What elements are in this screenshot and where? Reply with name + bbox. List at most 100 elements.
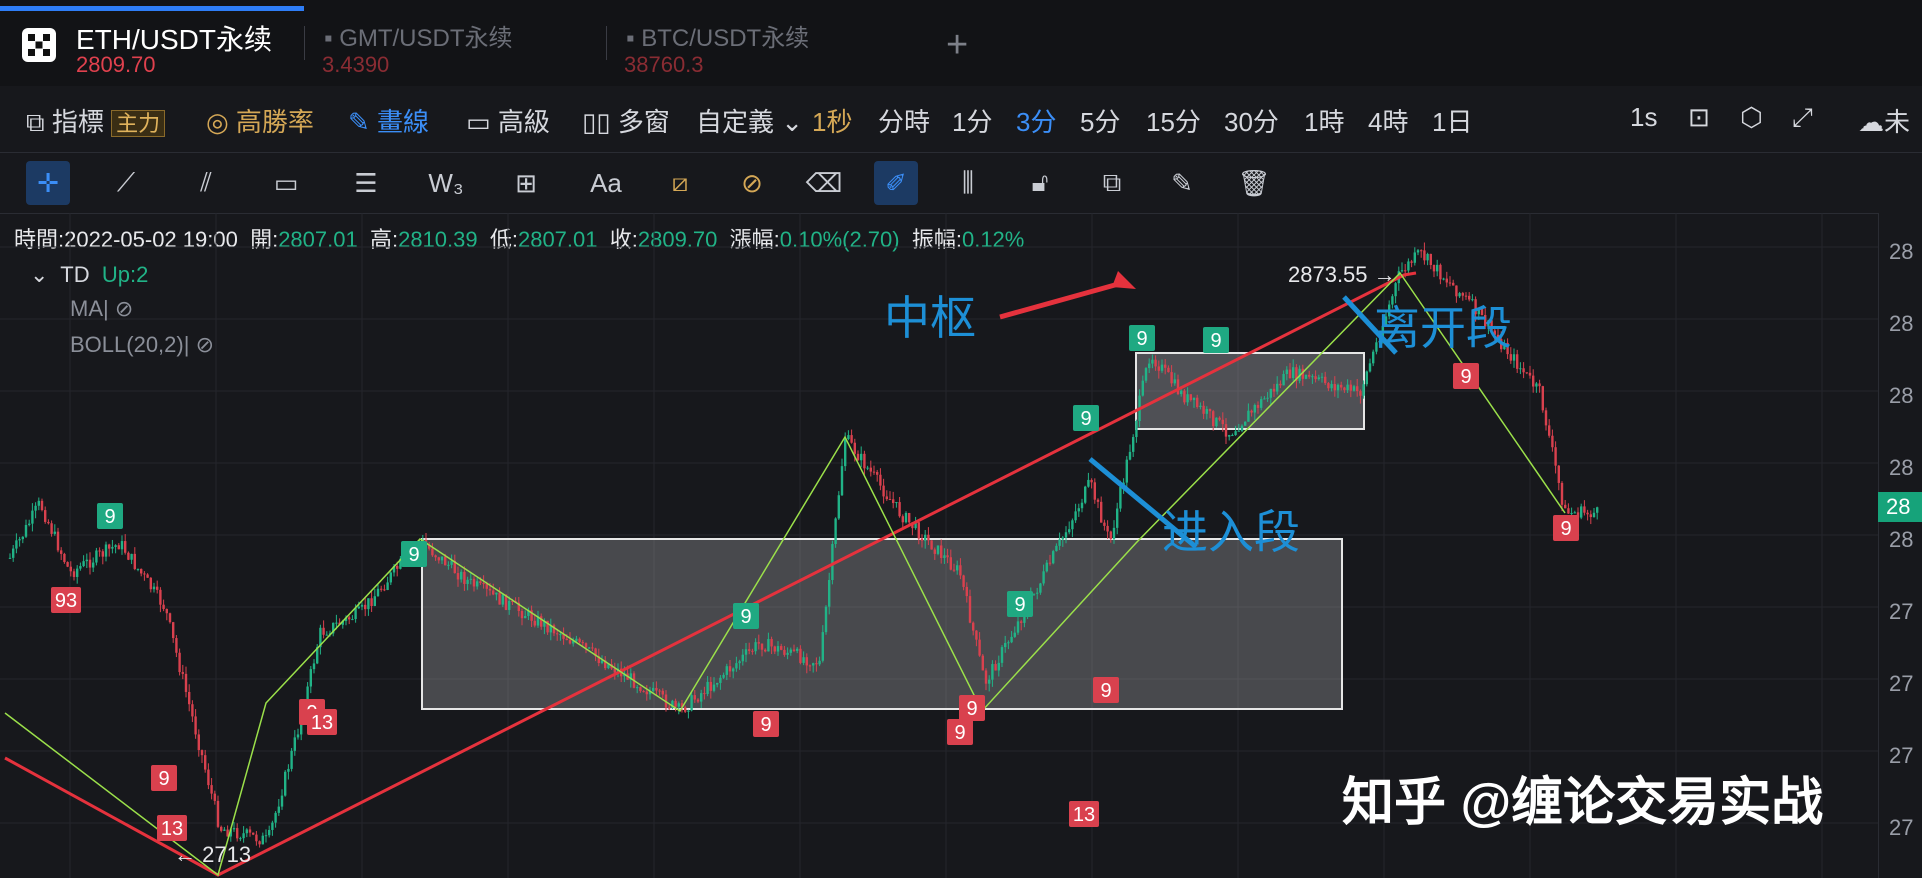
td-indicator-legend[interactable]: ⌄ TD Up:2 [30, 262, 148, 288]
chart-toolbar: ⧉ 指標 主力 ◎ 高勝率 ✎ 畫線 ▭ 高級 ▯▯ 多窗 自定義 ⌄ 1秒 分… [0, 86, 1922, 153]
line-icon[interactable]: ⟋ [104, 161, 148, 205]
interval-1s[interactable]: 1秒 [812, 102, 852, 139]
fib-icon[interactable]: ☰ [344, 161, 388, 205]
candle-body [1103, 522, 1106, 526]
lock-icon[interactable]: 🔓︎ [1018, 161, 1062, 205]
candle-body [984, 670, 988, 684]
interval-1d[interactable]: 1日 [1432, 102, 1472, 139]
tab-symbol: ▪ GMT/USDT永续 [324, 25, 513, 52]
zhongshu-box-upper [1135, 352, 1365, 430]
candle-body [1269, 388, 1272, 398]
candle-body [69, 566, 72, 572]
candle-body [709, 681, 712, 691]
candle-body [684, 707, 687, 712]
candle-body [1058, 539, 1061, 546]
chevron-down-icon: ⌄ [30, 262, 49, 287]
edit-icon[interactable]: ✎ [1160, 161, 1204, 205]
candle-body [1512, 354, 1516, 361]
candle-body [495, 592, 498, 595]
candle-pattern-icon[interactable]: ⫼ [946, 161, 990, 205]
candle-body [1135, 421, 1138, 438]
tab-btc[interactable]: ▪ BTC/USDT永续 38760.3 [622, 0, 902, 86]
text-icon[interactable]: Aa [584, 161, 628, 205]
candle-body [959, 565, 962, 576]
parallel-lines-icon[interactable]: ⫽ [184, 161, 228, 205]
candle-body [367, 598, 370, 610]
candle-body [1573, 512, 1576, 514]
draw-button[interactable]: ✎ 畫線 [348, 102, 429, 139]
eye-hidden-icon[interactable]: ⊘ [115, 296, 133, 321]
candle-body [248, 829, 252, 833]
tab-price: 38760.3 [624, 52, 704, 77]
indicator-button[interactable]: ⧉ 指標 主力 [26, 102, 166, 139]
candle-body [578, 638, 581, 643]
tab-gmt[interactable]: ▪ GMT/USDT永续 3.4390 [320, 0, 600, 86]
advanced-button[interactable]: ▭ 高級 [466, 102, 550, 139]
eye-hidden-icon[interactable]: ⊘ [196, 332, 214, 357]
boll-indicator-legend[interactable]: BOLL(20,2)| ⊘ [70, 332, 214, 358]
candle-body [565, 638, 568, 641]
candle-body [1183, 390, 1186, 403]
price-axis[interactable]: 28 28 28 28 28 27 27 27 27 [1878, 213, 1922, 878]
candle-body [79, 566, 82, 569]
candle-body [216, 800, 220, 827]
candle-body [1253, 404, 1256, 413]
ruler-icon[interactable]: ⧄ [658, 161, 702, 205]
wave-icon[interactable]: W₃ [424, 161, 468, 205]
candle-body [82, 561, 85, 567]
td-marker-label: 9 [966, 698, 977, 720]
candle-body [277, 806, 280, 813]
candle-body [962, 575, 965, 587]
interval-30m[interactable]: 30分 [1224, 102, 1279, 139]
measure-icon[interactable]: ⊞ [504, 161, 548, 205]
candle-body [1308, 374, 1311, 377]
win-rate-button[interactable]: ◎ 高勝率 [206, 102, 314, 139]
interval-5m[interactable]: 5分 [1080, 102, 1120, 139]
tab-eth[interactable]: ETH/USDT永续 2809.70 [0, 0, 304, 86]
magnet-icon[interactable]: ⊘ [730, 161, 774, 205]
interval-3m[interactable]: 3分 [1016, 102, 1056, 139]
candle-body [159, 589, 162, 605]
candle-body [223, 829, 226, 831]
candle-body [1112, 527, 1116, 539]
candle-body [719, 677, 722, 683]
candle-body [1224, 424, 1228, 437]
cloud-icon[interactable]: ☁未 [1858, 102, 1910, 139]
copy-icon[interactable]: ⧉ [1090, 161, 1134, 205]
td-marker-label: 9 [760, 714, 771, 736]
axis-label: 27 [1889, 599, 1914, 624]
fullscreen-window-icon[interactable]: ⊡ [1688, 102, 1710, 133]
candle-body [1276, 383, 1279, 392]
candle-body [559, 634, 562, 636]
pen-icon[interactable]: ✐ [874, 161, 918, 205]
low-price-mark: ← 2713 [174, 842, 252, 867]
chart-icon: ⧉ [26, 107, 45, 137]
candle-body [1420, 250, 1423, 252]
candle-body [892, 499, 895, 504]
interval-15m[interactable]: 15分 [1146, 102, 1201, 139]
interval-1h[interactable]: 1時 [1304, 102, 1344, 139]
add-tab-button[interactable]: + [946, 24, 968, 67]
crosshair-icon[interactable]: ✛ [26, 161, 70, 205]
candle-body [828, 580, 831, 607]
multi-window-button[interactable]: ▯▯ 多窗 [582, 102, 670, 139]
candle-body [1064, 532, 1068, 538]
eraser-icon[interactable]: ⌫ [802, 161, 846, 205]
axis-label: 27 [1889, 815, 1914, 840]
settings-icon[interactable]: ⬡ [1740, 102, 1763, 133]
candle-body [1596, 507, 1599, 513]
candle-body [1272, 388, 1276, 392]
candle-body [488, 588, 492, 591]
candle-body [1020, 621, 1023, 623]
interval-timeline[interactable]: 分時 [878, 102, 930, 139]
interval-right-1s[interactable]: 1s [1630, 102, 1657, 133]
ma-indicator-legend[interactable]: MA| ⊘ [70, 296, 133, 322]
rectangle-icon[interactable]: ▭ [264, 161, 308, 205]
trash-icon[interactable]: 🗑︎ [1232, 161, 1276, 205]
candle-body [290, 750, 293, 769]
expand-icon[interactable]: ⤢ [1792, 102, 1813, 134]
custom-interval-dropdown[interactable]: 自定義 ⌄ [696, 102, 803, 139]
candle-body [1400, 270, 1404, 272]
interval-1m[interactable]: 1分 [952, 102, 992, 139]
interval-4h[interactable]: 4時 [1368, 102, 1408, 139]
